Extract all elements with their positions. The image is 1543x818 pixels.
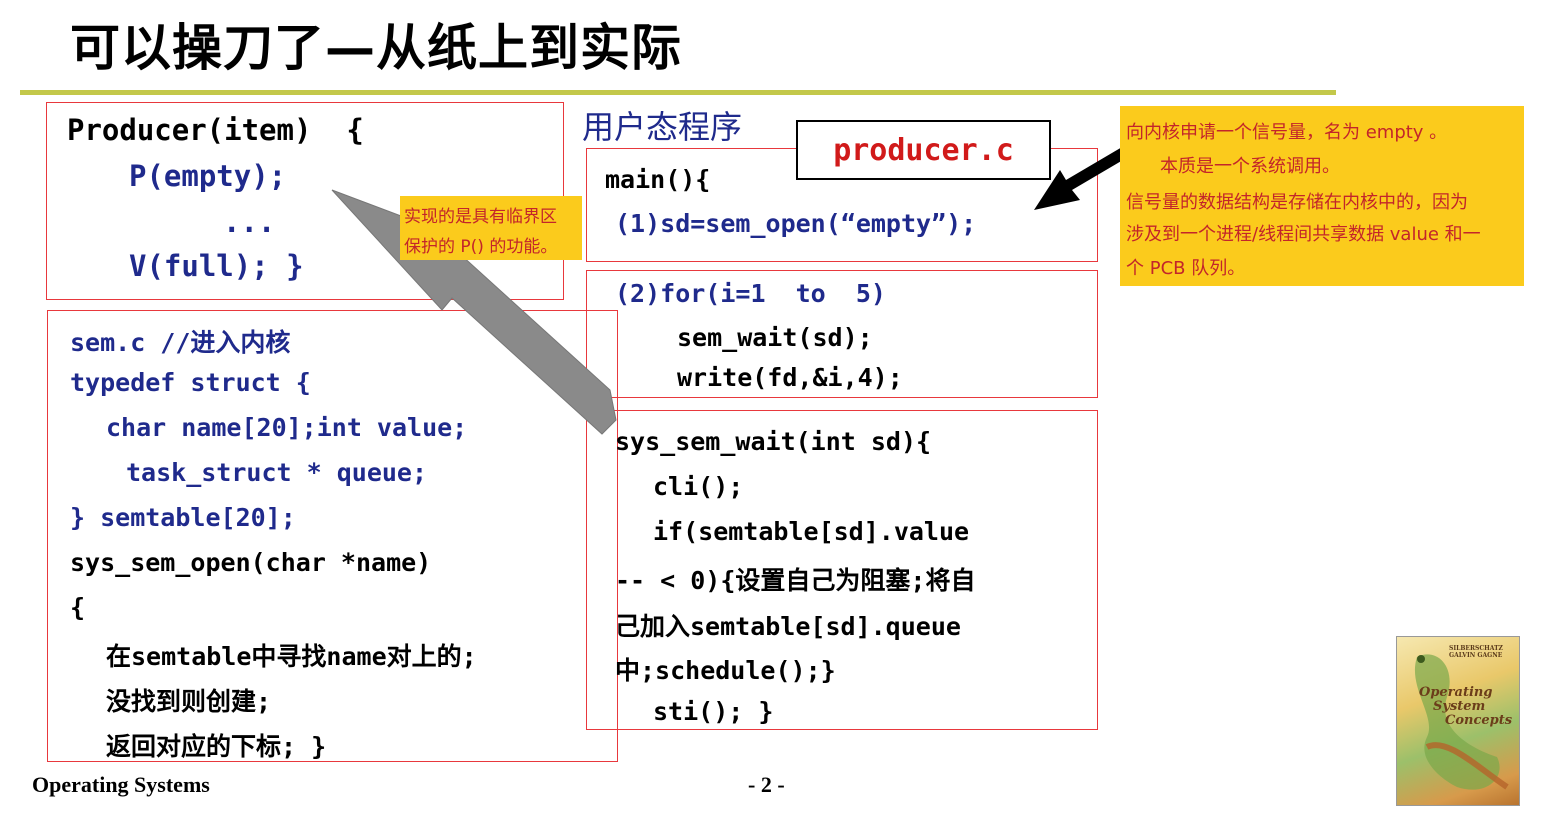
note-small-line-0: 实现的是具有临界区 xyxy=(404,207,557,227)
book-title-1: Operating xyxy=(1419,685,1493,700)
book-title-2: System xyxy=(1433,699,1486,714)
loop-line-0: (2)for(i=1 to 5) xyxy=(615,279,886,308)
footer-course-name: Operating Systems xyxy=(32,772,210,797)
loop-line-2: write(fd,&i,4); xyxy=(677,363,903,392)
note-big-line-3: 涉及到一个进程/线程间共享数据 value 和一 xyxy=(1126,224,1481,245)
sem-line-7: 在semtable中寻找name对上的; xyxy=(106,642,477,671)
sem-line-3: task_struct * queue; xyxy=(126,458,428,487)
note-sem-open: 向内核申请一个信号量，名为 empty 。 本质是一个系统调用。 信号量的数据结… xyxy=(1120,106,1524,286)
wait-line-5: 中;schedule();} xyxy=(615,656,836,685)
wait-line-4: 己加入semtable[sd].queue xyxy=(615,612,961,641)
file-label-producer-c: producer.c xyxy=(796,120,1051,180)
book-cover-image: SILBERSCHATZ GALVIN GAGNE Operating Syst… xyxy=(1396,636,1520,806)
wait-line-1: cli(); xyxy=(653,472,744,501)
main-line-1: (1)sd=sem_open(“empty”); xyxy=(615,209,977,238)
sem-line-5: sys_sem_open(char *name) xyxy=(70,548,432,577)
note-big-line-0: 向内核申请一个信号量，名为 empty 。 xyxy=(1126,122,1448,143)
producer-line-1: P(empty); xyxy=(129,159,287,193)
sem-line-8: 没找到则创建; xyxy=(106,687,272,716)
sem-line-6: { xyxy=(70,593,86,622)
sem-wait-box: sys_sem_wait(int sd){ cli(); if(semtable… xyxy=(586,410,1098,730)
user-mode-label: 用户态程序 xyxy=(582,108,743,146)
slide-title: 可以操刀了—从纸上到实际 xyxy=(70,19,682,77)
wait-line-0: sys_sem_wait(int sd){ xyxy=(615,427,932,456)
sem-line-1: typedef struct { xyxy=(70,368,311,397)
wait-line-6: sti(); } xyxy=(653,697,774,726)
book-title-3: Concepts xyxy=(1445,713,1513,728)
producer-line-0: Producer(item) { xyxy=(67,113,364,147)
wait-line-3: -- < 0){设置自己为阻塞;将自 xyxy=(615,566,976,595)
loop-box: (2)for(i=1 to 5) sem_wait(sd); write(fd,… xyxy=(586,270,1098,398)
note-big-line-1: 本质是一个系统调用。 xyxy=(1160,156,1340,177)
producer-line-3: V(full); } xyxy=(129,249,304,283)
note-big-line-4: 个 PCB 队列。 xyxy=(1126,258,1246,279)
loop-line-1: sem_wait(sd); xyxy=(677,323,873,352)
wait-line-2: if(semtable[sd].value xyxy=(653,517,970,546)
sem-line-4: } semtable[20]; xyxy=(70,503,296,532)
footer-page-number: - 2 - xyxy=(748,772,785,797)
note-big-line-2: 信号量的数据结构是存储在内核中的，因为 xyxy=(1126,192,1468,213)
note-critical-section: 实现的是具有临界区 保护的 P() 的功能。 xyxy=(400,196,582,260)
producer-line-2: ... xyxy=(223,205,276,239)
title-underline xyxy=(20,90,1336,95)
note-small-line-1: 保护的 P() 的功能。 xyxy=(404,237,558,257)
sem-line-0: sem.c //进入内核 xyxy=(70,328,291,357)
sem-line-9: 返回对应的下标; } xyxy=(106,732,327,761)
